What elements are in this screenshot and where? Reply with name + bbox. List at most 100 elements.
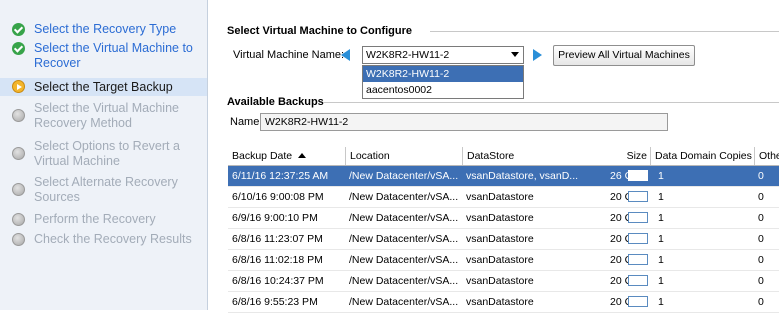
step-select-target-backup[interactable]: Select the Target Backup xyxy=(0,78,207,96)
table-row[interactable]: 6/10/16 9:00:08 PM/New Datacenter/vSA...… xyxy=(228,187,779,208)
step-select-recovery-type[interactable]: Select the Recovery Type xyxy=(0,22,207,38)
cell-dd-copies: 1 xyxy=(658,254,664,266)
step-select-vm-recovery-method: Select the Virtual Machine Recovery Meth… xyxy=(0,101,207,133)
cell-datastore: vsanDatastore, vsanD... xyxy=(466,170,579,182)
cell-dd-copies: 1 xyxy=(658,212,664,224)
table-row[interactable]: 6/8/16 10:24:37 PM/New Datacenter/vSA...… xyxy=(228,271,779,292)
cell-other: 0 xyxy=(758,275,764,287)
vm-name-select[interactable]: W2K8R2-HW11-2 xyxy=(362,46,524,64)
cell-other: 0 xyxy=(758,233,764,245)
cell-backup-date: 6/8/16 11:02:18 PM xyxy=(232,254,323,266)
group-divider xyxy=(323,102,779,103)
cell-location: /New Datacenter/vSA... xyxy=(349,296,459,308)
size-bar xyxy=(628,233,648,244)
preview-all-vms-button[interactable]: Preview All Virtual Machines xyxy=(553,45,695,66)
cell-backup-date: 6/8/16 11:23:07 PM xyxy=(232,233,323,245)
step-select-revert-options: Select Options to Revert a Virtual Machi… xyxy=(0,139,207,171)
step-check-recovery-results: Check the Recovery Results xyxy=(0,232,207,248)
column-header-datastore[interactable]: DataStore xyxy=(462,147,582,165)
column-header-backup-date[interactable]: Backup Date xyxy=(228,147,345,165)
step-label: Perform the Recovery xyxy=(34,212,156,226)
main-panel: Select Virtual Machine to Configure Virt… xyxy=(208,0,779,313)
dropdown-option[interactable]: W2K8R2-HW11-2 xyxy=(363,66,523,82)
gray-circle-icon xyxy=(12,183,25,196)
cell-other: 0 xyxy=(758,254,764,266)
table-row[interactable]: 6/9/16 9:00:10 PM/New Datacenter/vSA... v… xyxy=(228,208,779,229)
cell-backup-date: 6/8/16 9:55:23 PM xyxy=(232,296,318,308)
size-bar xyxy=(628,170,648,181)
gray-circle-icon xyxy=(12,213,25,226)
cell-datastore: vsanDatastore xyxy=(466,254,534,266)
sort-ascending-icon xyxy=(298,153,307,158)
step-label: Select the Recovery Type xyxy=(34,22,177,36)
play-circle-icon xyxy=(12,80,25,93)
column-header-location[interactable]: Location xyxy=(345,147,462,165)
table-row[interactable]: 6/11/16 12:37:25 AM/New Datacenter/vSA..… xyxy=(228,166,779,187)
cell-dd-copies: 1 xyxy=(658,233,664,245)
column-header-size[interactable]: Size xyxy=(582,147,650,165)
cell-dd-copies: 1 xyxy=(658,170,664,182)
cell-location: /New Datacenter/vSA... xyxy=(349,191,459,203)
step-select-alternate-sources: Select Alternate Recovery Sources xyxy=(0,175,207,207)
size-bar xyxy=(628,191,648,202)
cell-other: 0 xyxy=(758,170,764,182)
dropdown-option[interactable]: aacentos0002 xyxy=(363,82,523,98)
cell-other: 0 xyxy=(758,191,764,203)
step-label: Select the Target Backup xyxy=(34,80,173,94)
backup-name-field: W2K8R2-HW11-2 xyxy=(260,113,668,131)
step-label: Select Alternate Recovery Sources xyxy=(34,175,178,204)
cell-location: /New Datacenter/vSA... xyxy=(349,212,459,224)
check-circle-icon xyxy=(12,23,25,36)
gray-circle-icon xyxy=(12,233,25,246)
step-label: Select the Virtual Machine to Recover xyxy=(34,41,193,70)
cell-backup-date: 6/8/16 10:24:37 PM xyxy=(232,275,324,287)
cell-other: 0 xyxy=(758,212,764,224)
cell-location: /New Datacenter/vSA... xyxy=(349,233,459,245)
gray-circle-icon xyxy=(12,109,25,122)
cell-location: /New Datacenter/vSA... xyxy=(349,170,459,182)
arrow-right-icon[interactable] xyxy=(533,49,542,61)
table-header: Backup Date Location DataStore Size Data… xyxy=(228,147,779,166)
backups-table: Backup Date Location DataStore Size Data… xyxy=(228,147,779,313)
step-select-vm-to-recover[interactable]: Select the Virtual Machine to Recover xyxy=(0,41,207,73)
cell-datastore: vsanDatastore xyxy=(466,191,534,203)
group-divider xyxy=(430,31,779,32)
cell-location: /New Datacenter/vSA... xyxy=(349,275,459,287)
step-label: Select Options to Revert a Virtual Machi… xyxy=(34,139,180,168)
step-perform-recovery: Perform the Recovery xyxy=(0,212,207,228)
table-row[interactable]: 6/8/16 11:23:07 PM/New Datacenter/vSA...… xyxy=(228,229,779,250)
cell-backup-date: 6/9/16 9:00:10 PM xyxy=(232,212,318,224)
size-bar xyxy=(628,212,648,223)
vm-name-label: Virtual Machine Name: xyxy=(233,49,345,61)
gray-circle-icon xyxy=(12,147,25,160)
arrow-left-icon[interactable] xyxy=(341,49,350,61)
check-circle-icon xyxy=(12,42,25,55)
cell-datastore: vsanDatastore xyxy=(466,275,534,287)
chevron-down-icon[interactable] xyxy=(511,52,519,57)
size-bar xyxy=(628,296,648,307)
cell-location: /New Datacenter/vSA... xyxy=(349,254,459,266)
cell-backup-date: 6/11/16 12:37:25 AM xyxy=(232,170,329,182)
backup-name-value: W2K8R2-HW11-2 xyxy=(265,116,349,128)
cell-dd-copies: 1 xyxy=(658,191,664,203)
cell-backup-date: 6/10/16 9:00:08 PM xyxy=(232,191,324,203)
column-header-other[interactable]: Other xyxy=(754,147,779,165)
step-label: Check the Recovery Results xyxy=(34,232,192,246)
cell-dd-copies: 1 xyxy=(658,275,664,287)
cell-datastore: vsanDatastore xyxy=(466,296,534,308)
column-header-dd-copies[interactable]: Data Domain Copies xyxy=(650,147,754,165)
name-label: Name: xyxy=(230,116,263,128)
size-bar xyxy=(628,275,648,286)
cell-other: 0 xyxy=(758,296,764,308)
table-row[interactable]: 6/8/16 11:02:18 PM/New Datacenter/vSA...… xyxy=(228,250,779,271)
cell-datastore: vsanDatastore xyxy=(466,233,534,245)
backups-section-title: Available Backups xyxy=(227,96,324,108)
cell-datastore: vsanDatastore xyxy=(466,212,534,224)
vm-select-value: W2K8R2-HW11-2 xyxy=(366,49,450,61)
step-label: Select the Virtual Machine Recovery Meth… xyxy=(34,101,179,130)
vm-section-title: Select Virtual Machine to Configure xyxy=(227,25,412,37)
table-body: 6/11/16 12:37:25 AM/New Datacenter/vSA..… xyxy=(228,166,779,313)
cell-dd-copies: 1 xyxy=(658,296,664,308)
size-bar xyxy=(628,254,648,265)
wizard-steps-sidebar: Select the Recovery Type Select the Virt… xyxy=(0,0,208,310)
